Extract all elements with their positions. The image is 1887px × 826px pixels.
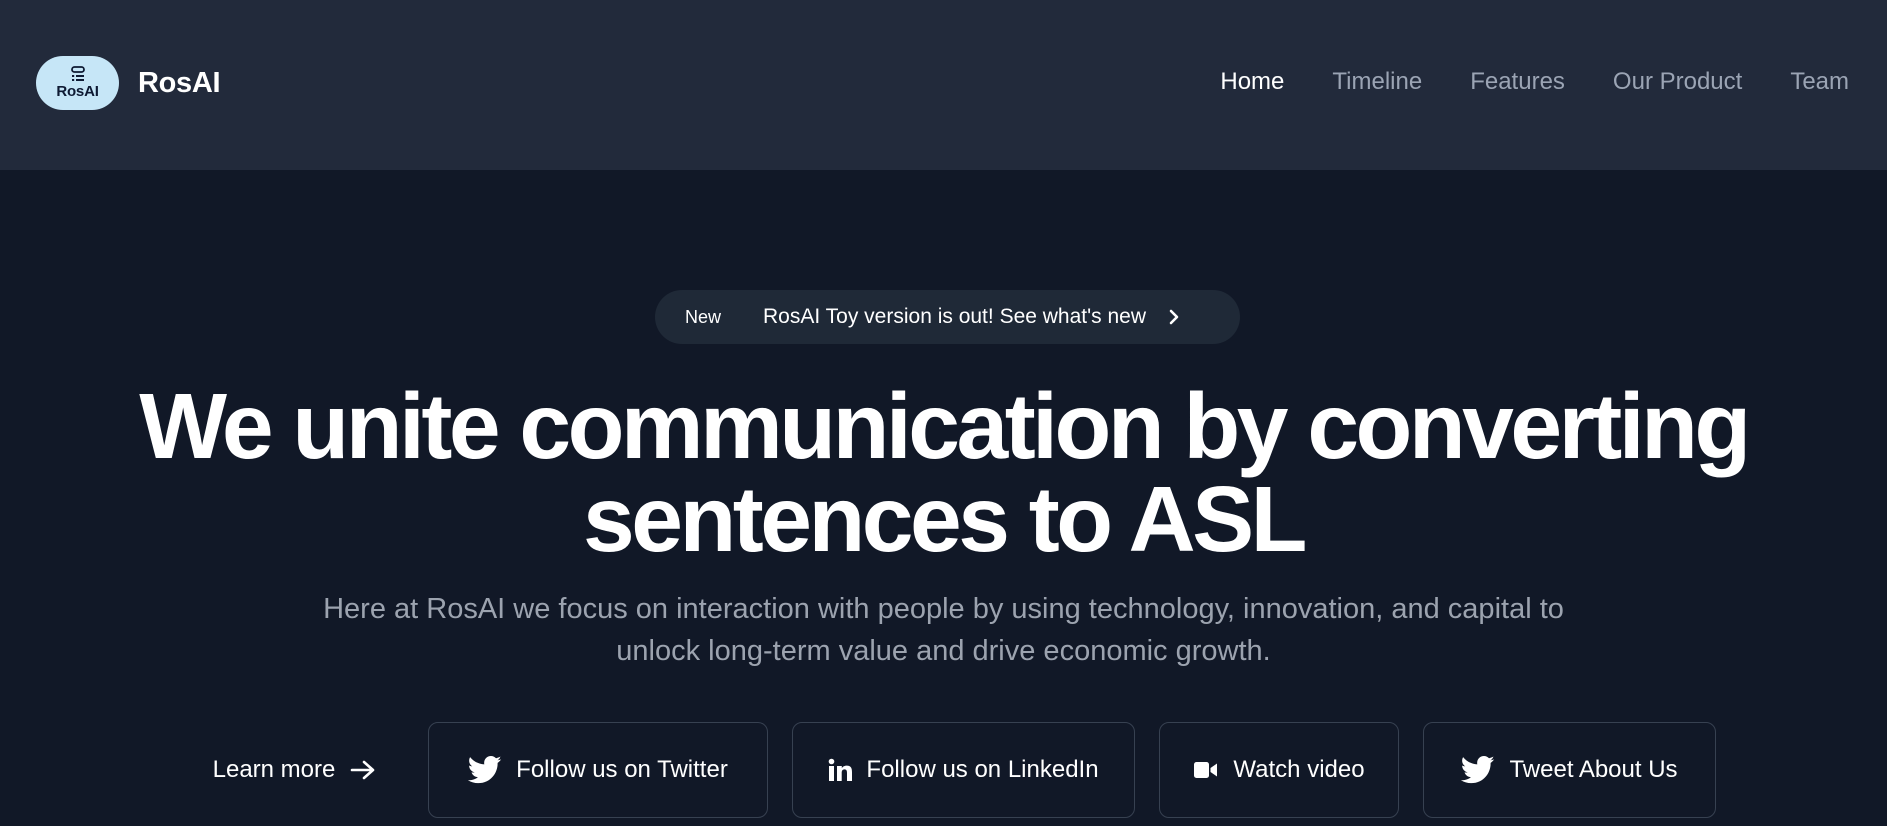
linkedin-icon: [829, 758, 853, 781]
follow-linkedin-button[interactable]: Follow us on LinkedIn: [792, 722, 1135, 818]
nav-item-timeline[interactable]: Timeline: [1332, 64, 1422, 100]
nav-item-our-product[interactable]: Our Product: [1613, 64, 1742, 100]
announcement-pill[interactable]: New RosAI Toy version is out! See what's…: [655, 290, 1240, 344]
announcement-text: RosAI Toy version is out! See what's new: [763, 305, 1146, 328]
follow-twitter-button[interactable]: Follow us on Twitter: [428, 722, 768, 818]
hero-title-line-2: sentences to ASL: [583, 467, 1307, 571]
brand-link[interactable]: RosAI RosAI: [36, 56, 221, 110]
arrow-right-icon: [351, 760, 375, 780]
twitter-icon: [468, 755, 502, 784]
main-nav: Home Timeline Features Our Product Team: [1220, 64, 1849, 100]
watch-video-button[interactable]: Watch video: [1159, 722, 1399, 818]
chevron-right-icon: [1169, 309, 1179, 325]
learn-more-link[interactable]: Learn more: [190, 722, 400, 818]
stack-icon: [70, 66, 85, 81]
logo-text: RosAI: [56, 83, 99, 100]
tweet-about-us-label: Tweet About Us: [1509, 756, 1678, 783]
hero-subtitle: Here at RosAI we focus on interaction wi…: [323, 593, 1564, 667]
nav-item-team[interactable]: Team: [1790, 64, 1849, 100]
nav-item-home[interactable]: Home: [1220, 64, 1284, 100]
watch-video-label: Watch video: [1233, 756, 1365, 783]
twitter-icon: [1461, 755, 1495, 784]
brand-name: RosAI: [138, 66, 221, 99]
new-badge: New: [685, 306, 722, 327]
site-header: RosAI RosAI Home Timeline Features Our P…: [0, 0, 1887, 170]
hero-title-line-1: We unite communication by converting: [139, 374, 1751, 478]
video-camera-icon: [1194, 762, 1218, 778]
nav-item-features[interactable]: Features: [1470, 64, 1565, 100]
follow-linkedin-label: Follow us on LinkedIn: [866, 756, 1099, 783]
tweet-about-us-button[interactable]: Tweet About Us: [1423, 722, 1716, 818]
follow-twitter-label: Follow us on Twitter: [516, 756, 728, 783]
logo: RosAI: [36, 56, 119, 110]
hero-title: We unite communication by converting sen…: [0, 380, 1887, 566]
learn-more-label: Learn more: [212, 756, 336, 783]
